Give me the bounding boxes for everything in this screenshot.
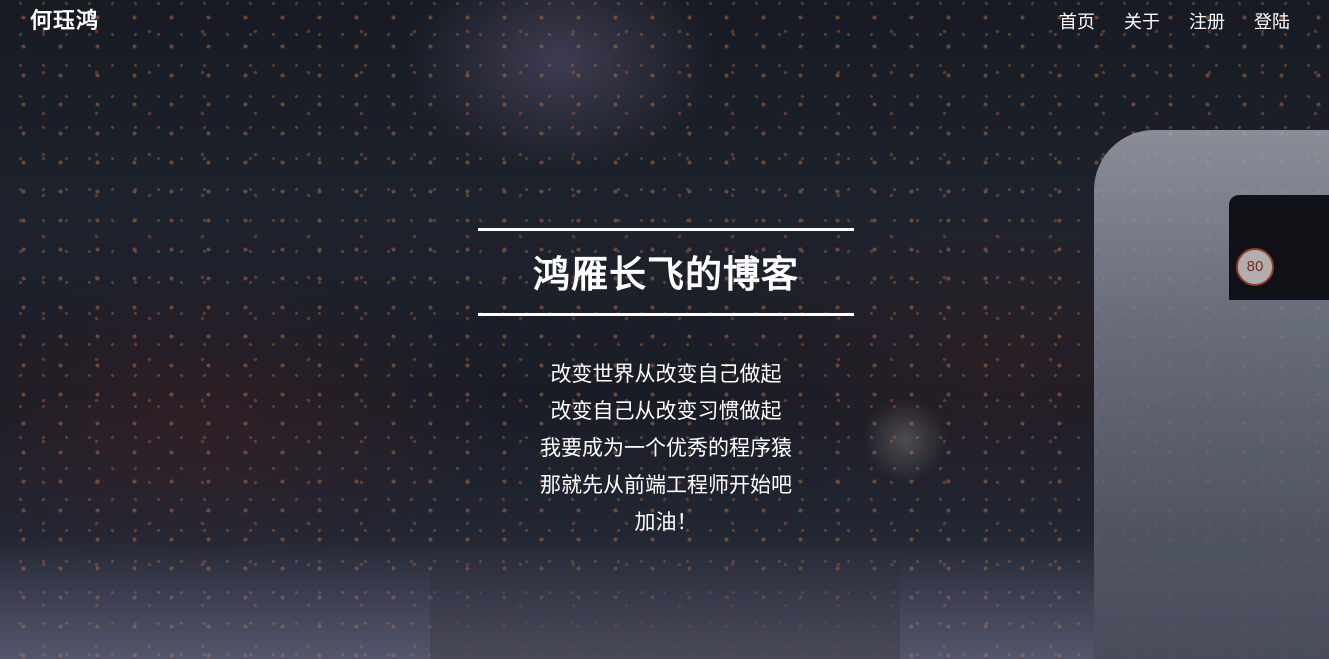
nav-link-about[interactable]: 关于 bbox=[1124, 10, 1160, 36]
brand-logo[interactable]: 何珏鸿 bbox=[30, 6, 99, 38]
top-navbar: 何珏鸿 首页 关于 注册 登陆 bbox=[0, 0, 1329, 46]
nav-links: 首页 关于 注册 登陆 bbox=[1059, 10, 1290, 36]
tagline-line: 改变世界从改变自己做起 bbox=[550, 362, 782, 386]
hero-tagline: 改变世界从改变自己做起 改变自己从改变习惯做起 我要成为一个优秀的程序猿 那就先… bbox=[478, 356, 854, 541]
tagline-line: 那就先从前端工程师开始吧 bbox=[540, 473, 792, 497]
hero-title: 鸿雁长飞的博客 bbox=[533, 253, 799, 296]
landing-page: 80 何珏鸿 首页 关于 注册 登陆 鸿雁长飞的博客 改变世界从改变自己做起 改… bbox=[0, 0, 1329, 659]
hero-section: 鸿雁长飞的博客 改变世界从改变自己做起 改变自己从改变习惯做起 我要成为一个优秀… bbox=[478, 228, 854, 541]
tagline-line: 加油！ bbox=[634, 510, 698, 534]
tagline-line: 我要成为一个优秀的程序猿 bbox=[540, 436, 792, 460]
tagline-line: 改变自己从改变习惯做起 bbox=[550, 399, 782, 423]
nav-link-register[interactable]: 注册 bbox=[1189, 10, 1225, 36]
nav-link-login[interactable]: 登陆 bbox=[1254, 10, 1290, 36]
title-bottom-rule bbox=[478, 313, 854, 316]
nav-link-home[interactable]: 首页 bbox=[1059, 10, 1095, 36]
